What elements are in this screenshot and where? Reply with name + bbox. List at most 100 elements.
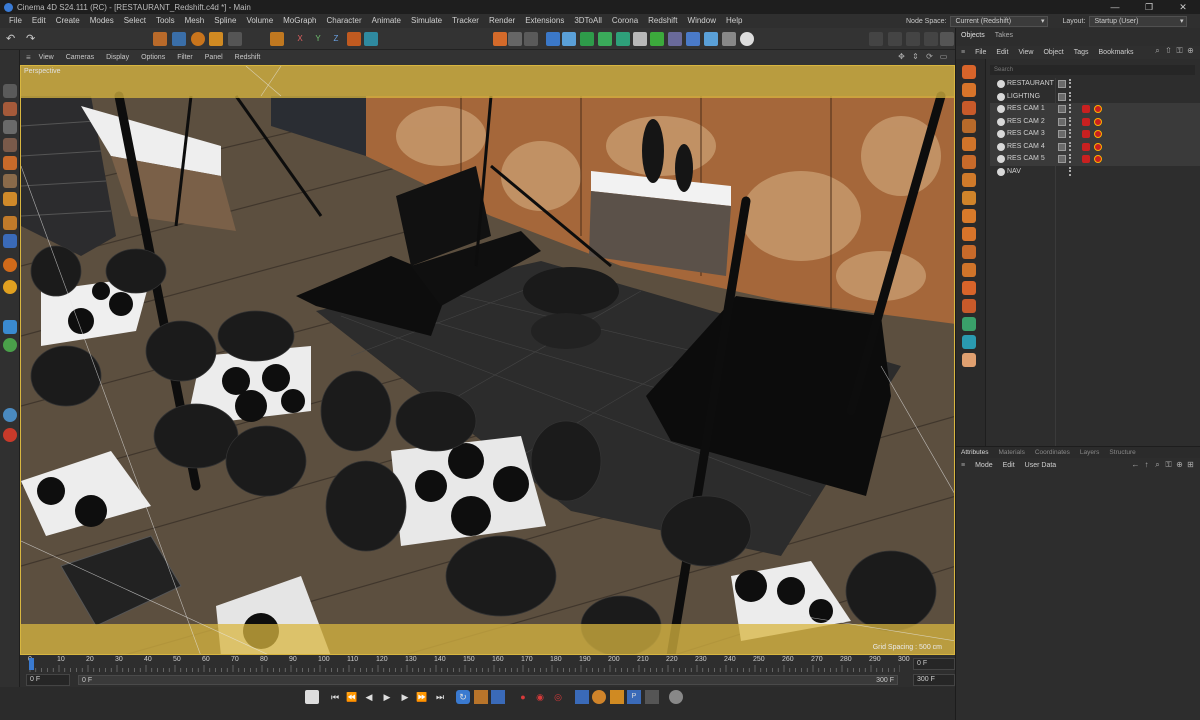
menu-mograph[interactable]: MoGraph — [278, 14, 321, 28]
object-row[interactable]: RES CAM 4 — [990, 140, 1200, 153]
protection-tag-icon[interactable] — [1094, 155, 1102, 163]
effector-icon[interactable] — [962, 137, 976, 151]
menu-extensions[interactable]: Extensions — [520, 14, 569, 28]
timeline-settings-icon[interactable] — [474, 690, 488, 704]
viewport-menu-panel[interactable]: Panel — [199, 54, 229, 61]
transform-tool-icon[interactable] — [228, 32, 242, 46]
current-frame-field[interactable]: 0 F — [913, 658, 955, 670]
parameter-key-icon[interactable]: P — [627, 690, 641, 704]
redo-icon[interactable]: ↷ — [26, 32, 40, 46]
viewport-menu-redshift[interactable]: Redshift — [229, 54, 267, 61]
select-tool-icon[interactable] — [153, 32, 167, 46]
pla-key-icon[interactable] — [645, 690, 659, 704]
visibility-dots[interactable] — [1069, 104, 1073, 113]
key-icon[interactable]: ◎ — [551, 690, 565, 704]
tab-takes[interactable]: Takes — [990, 32, 1018, 44]
layer-swatch[interactable] — [1058, 130, 1066, 138]
polygons-mode-icon[interactable] — [3, 156, 17, 170]
snapping-icon[interactable] — [3, 216, 17, 230]
frame-range-slider[interactable]: 0 F 300 F — [78, 675, 898, 685]
filter-search-icon[interactable]: ⌕ — [1152, 460, 1163, 470]
object-row[interactable]: RES CAM 1 — [990, 103, 1200, 116]
back-arrow-icon[interactable]: ← — [1130, 460, 1141, 470]
hand-icon[interactable] — [962, 353, 976, 367]
camera-icon[interactable] — [668, 32, 682, 46]
tab-structure[interactable]: Structure — [1104, 447, 1140, 458]
tab-layers[interactable]: Layers — [1075, 447, 1105, 458]
snap-icon[interactable] — [270, 32, 284, 46]
texture-mode-icon[interactable] — [3, 102, 17, 116]
grid-icon[interactable] — [704, 32, 718, 46]
timeline-ruler[interactable]: 0102030405060708090100110120130140150160… — [20, 655, 955, 673]
redshift-camera-tag-icon[interactable] — [1082, 105, 1090, 113]
hair-icon[interactable] — [3, 320, 17, 334]
objects-menu-bookmarks[interactable]: Bookmarks — [1094, 46, 1139, 59]
layer-swatch[interactable] — [1058, 142, 1066, 151]
spline-object-icon[interactable] — [962, 83, 976, 97]
objects-menu-file[interactable]: File — [970, 46, 991, 59]
menu-animate[interactable]: Animate — [367, 14, 406, 28]
generator-icon[interactable] — [962, 101, 976, 115]
protection-tag-icon[interactable] — [1094, 130, 1102, 138]
settings-clapper-icon[interactable] — [940, 32, 954, 46]
mograph-icon[interactable] — [962, 227, 976, 241]
new-panel-icon[interactable]: ⊕ — [1174, 460, 1185, 470]
maximize-viewport-icon[interactable]: ▭ — [938, 51, 949, 62]
menu-mesh[interactable]: Mesh — [180, 14, 210, 28]
objects-menu-handle-icon[interactable]: ≡ — [956, 46, 970, 59]
lock-icon[interactable]: ⚿ — [1163, 460, 1174, 470]
xref-icon[interactable] — [962, 245, 976, 259]
menu-tools[interactable]: Tools — [151, 14, 180, 28]
menu-corona[interactable]: Corona — [607, 14, 643, 28]
autokey-icon[interactable]: ● — [516, 690, 530, 704]
menu-window[interactable]: Window — [683, 14, 721, 28]
next-frame-icon[interactable]: ▶ — [398, 690, 412, 704]
tab-objects[interactable]: Objects — [956, 32, 990, 44]
objects-menu-view[interactable]: View — [1013, 46, 1038, 59]
menu-redshift[interactable]: Redshift — [643, 14, 682, 28]
menu-volume[interactable]: Volume — [241, 14, 278, 28]
record-icon[interactable]: ◉ — [533, 690, 547, 704]
camera-object-icon[interactable] — [962, 173, 976, 187]
subdivision-icon[interactable] — [580, 32, 594, 46]
settings-icon[interactable]: ⊞ — [1185, 460, 1196, 470]
sketch-icon[interactable] — [962, 299, 976, 313]
visibility-dots[interactable] — [1069, 129, 1073, 138]
solo-icon[interactable] — [3, 258, 17, 272]
objects-menu-tags[interactable]: Tags — [1069, 46, 1094, 59]
spline-pen-icon[interactable] — [562, 32, 576, 46]
redshift-camera-tag-icon[interactable] — [1082, 117, 1090, 126]
object-row[interactable]: RES CAM 3 — [990, 128, 1200, 141]
orbit-icon[interactable]: ⟳ — [924, 51, 935, 62]
deform-icon[interactable] — [962, 119, 976, 133]
import-icon[interactable] — [869, 32, 883, 46]
sculpt-icon[interactable] — [3, 408, 17, 422]
s-plugin-icon[interactable] — [3, 280, 17, 294]
end-frame-field[interactable]: 300 F — [913, 674, 955, 686]
tag-object-icon[interactable] — [962, 209, 976, 223]
object-row[interactable]: LIGHTING — [990, 91, 1200, 104]
protection-tag-icon[interactable] — [1094, 117, 1102, 126]
environment-icon[interactable] — [962, 155, 976, 169]
visibility-dots[interactable] — [1069, 166, 1073, 176]
menu-edit[interactable]: Edit — [27, 14, 51, 28]
coordinate-system-icon[interactable] — [347, 32, 361, 46]
red-plugin-icon[interactable] — [3, 428, 17, 442]
layout-dropdown[interactable]: Startup (User) — [1089, 15, 1188, 27]
redshift-camera-tag-icon[interactable] — [1082, 142, 1090, 151]
menu-3dtoall[interactable]: 3DToAll — [569, 14, 607, 28]
attributes-menu-edit[interactable]: Edit — [998, 459, 1020, 472]
attributes-menu-handle-icon[interactable]: ≡ — [956, 459, 970, 472]
move-tool-icon[interactable] — [172, 32, 186, 46]
node-space-dropdown[interactable]: Current (Redshift) — [950, 15, 1049, 27]
green-tool-icon[interactable] — [962, 317, 976, 331]
redshift-camera-tag-icon[interactable] — [1082, 155, 1090, 163]
add-icon[interactable]: ⊕ — [1185, 46, 1196, 56]
visibility-dots[interactable] — [1069, 91, 1073, 101]
go-to-end-icon[interactable]: ⏭ — [433, 690, 447, 704]
object-row[interactable]: RES CAM 2 — [990, 115, 1200, 128]
playhead[interactable] — [29, 658, 34, 670]
lock-icon[interactable]: ⚿ — [1174, 46, 1185, 56]
menu-spline[interactable]: Spline — [209, 14, 241, 28]
clapper-icon[interactable] — [888, 32, 902, 46]
